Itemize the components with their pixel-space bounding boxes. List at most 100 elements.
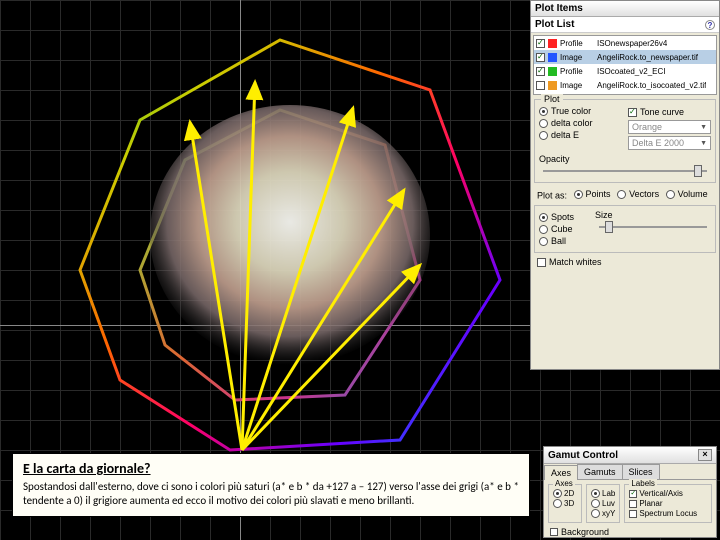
labels-group: Labels Vertical/Axis Planar Spectrum Loc… [624,484,712,523]
plotas-row: Plot as: Points Vectors Volume [537,187,713,201]
swatch-icon [548,67,557,76]
gamut-titlebar[interactable]: Gamut Control × [544,447,716,464]
plot-list[interactable]: Profile ISOnewspaper26v4 Image AngeliRoc… [533,35,717,95]
size-label: Size [595,210,711,220]
section-legend: Plot [541,94,563,104]
tab-gamuts[interactable]: Gamuts [577,464,623,479]
deltae-radio[interactable]: delta E [539,130,622,140]
checkbox-icon[interactable] [536,67,545,76]
tone-select[interactable]: Orange▼ [628,120,711,134]
item-name: AngeliRock.to_newspaper.tif [597,53,698,62]
checkbox-icon[interactable] [536,39,545,48]
radio-icon [553,499,562,508]
radio-icon [591,499,600,508]
plot-items-panel: Plot Items Plot List ? Profile ISOnewspa… [530,0,720,370]
radio-icon [539,225,548,234]
gamut-control-panel: Gamut Control × Axes Gamuts Slices Axes … [543,446,717,538]
label: xyY [602,509,615,518]
label: Background [561,527,609,537]
radio-icon [591,489,600,498]
gamut-tabs: Axes Gamuts Slices [544,464,716,480]
label: 2D [564,489,574,498]
list-item[interactable]: Profile ISOnewspaper26v4 [534,36,716,50]
vertical-checkbox[interactable]: Vertical/Axis [629,489,707,498]
plot-items-titlebar[interactable]: Plot Items [531,1,719,17]
tab-slices[interactable]: Slices [622,464,660,479]
radio-icon [539,131,548,140]
radio-icon [539,119,548,128]
legend: Labels [629,479,657,488]
slider-thumb-icon[interactable] [694,165,702,177]
swatch-icon [548,39,557,48]
label: Cube [551,224,573,234]
select-value: Orange [632,122,662,132]
checkbox-icon [629,510,637,518]
axes-2d-radio[interactable]: 2D [553,489,577,498]
gamut-body: Axes 2D 3D Lab Luv xyY Labels Vertical/A… [544,480,716,527]
radio-icon [617,190,626,199]
deltacolor-radio[interactable]: delta color [539,118,622,128]
label: Vertical/Axis [639,489,683,498]
plotas-vectors-radio[interactable]: Vectors [617,189,659,199]
list-item[interactable]: Image AngeliRock.to_isocoated_v2.tif [534,78,716,92]
item-type: Image [560,81,594,90]
swatch-icon [548,53,557,62]
list-item[interactable]: Profile ISOcoated_v2_ECI [534,64,716,78]
plot-list-header: Plot List ? [531,17,719,33]
size-section: Spots Cube Ball Size [534,205,716,253]
textbox-body: Spostandosi dall'esterno, dove ci sono i… [23,480,519,508]
item-name: ISOnewspaper26v4 [597,39,667,48]
plotas-points-radio[interactable]: Points [574,189,611,199]
axes-3d-radio[interactable]: 3D [553,499,577,508]
planar-checkbox[interactable]: Planar [629,499,707,508]
radio-icon [539,237,548,246]
cs-xyy-radio[interactable]: xyY [591,509,615,518]
colorspace-group: Lab Luv xyY [586,484,620,523]
legend: Axes [553,479,575,488]
slider-thumb-icon[interactable] [605,221,613,233]
checkbox-icon[interactable] [536,53,545,62]
list-item[interactable]: Image AngeliRock.to_newspaper.tif [534,50,716,64]
label: delta E [551,130,579,140]
plot-section: Plot True color delta color delta E Tone… [534,99,716,183]
tone-checkbox[interactable]: Tone curve [628,107,711,117]
cs-lab-radio[interactable]: Lab [591,489,615,498]
label: Volume [678,189,708,199]
radio-icon [574,190,583,199]
swatch-icon [548,81,557,90]
spectrum-checkbox[interactable]: Spectrum Locus [629,509,707,518]
label: delta color [551,118,593,128]
checkbox-icon [628,108,637,117]
opacity-slider[interactable] [543,170,707,172]
spots-radio[interactable]: Spots [539,212,589,222]
cs-luv-radio[interactable]: Luv [591,499,615,508]
radio-icon [666,190,675,199]
background-checkbox[interactable]: Background [550,527,710,537]
matchwhites-checkbox[interactable]: Match whites [537,257,713,267]
label: Planar [639,499,662,508]
tab-axes[interactable]: Axes [544,465,578,480]
label: Ball [551,236,566,246]
explanation-textbox: E la carta da giornale? Spostandosi dall… [12,453,530,517]
checkbox-icon[interactable] [536,81,545,90]
textbox-heading: E la carta da giornale? [23,460,519,477]
help-icon[interactable]: ? [705,20,715,30]
cube-radio[interactable]: Cube [539,224,589,234]
ball-radio[interactable]: Ball [539,236,589,246]
plotas-volume-radio[interactable]: Volume [666,189,708,199]
item-type: Image [560,53,594,62]
truecolor-radio[interactable]: True color [539,106,622,116]
plot-items-title: Plot Items [535,3,583,14]
close-icon[interactable]: × [698,449,712,461]
checkbox-icon [629,500,637,508]
checkbox-icon [537,258,546,267]
item-type: Profile [560,67,594,76]
size-slider[interactable] [599,226,707,228]
label: Match whites [549,257,602,267]
radio-icon [591,509,600,518]
label: Lab [602,489,615,498]
select-value: Delta E 2000 [632,138,684,148]
delta-select[interactable]: Delta E 2000▼ [628,136,711,150]
axes-mode-group: Axes 2D 3D [548,484,582,523]
label: Tone curve [640,107,684,117]
